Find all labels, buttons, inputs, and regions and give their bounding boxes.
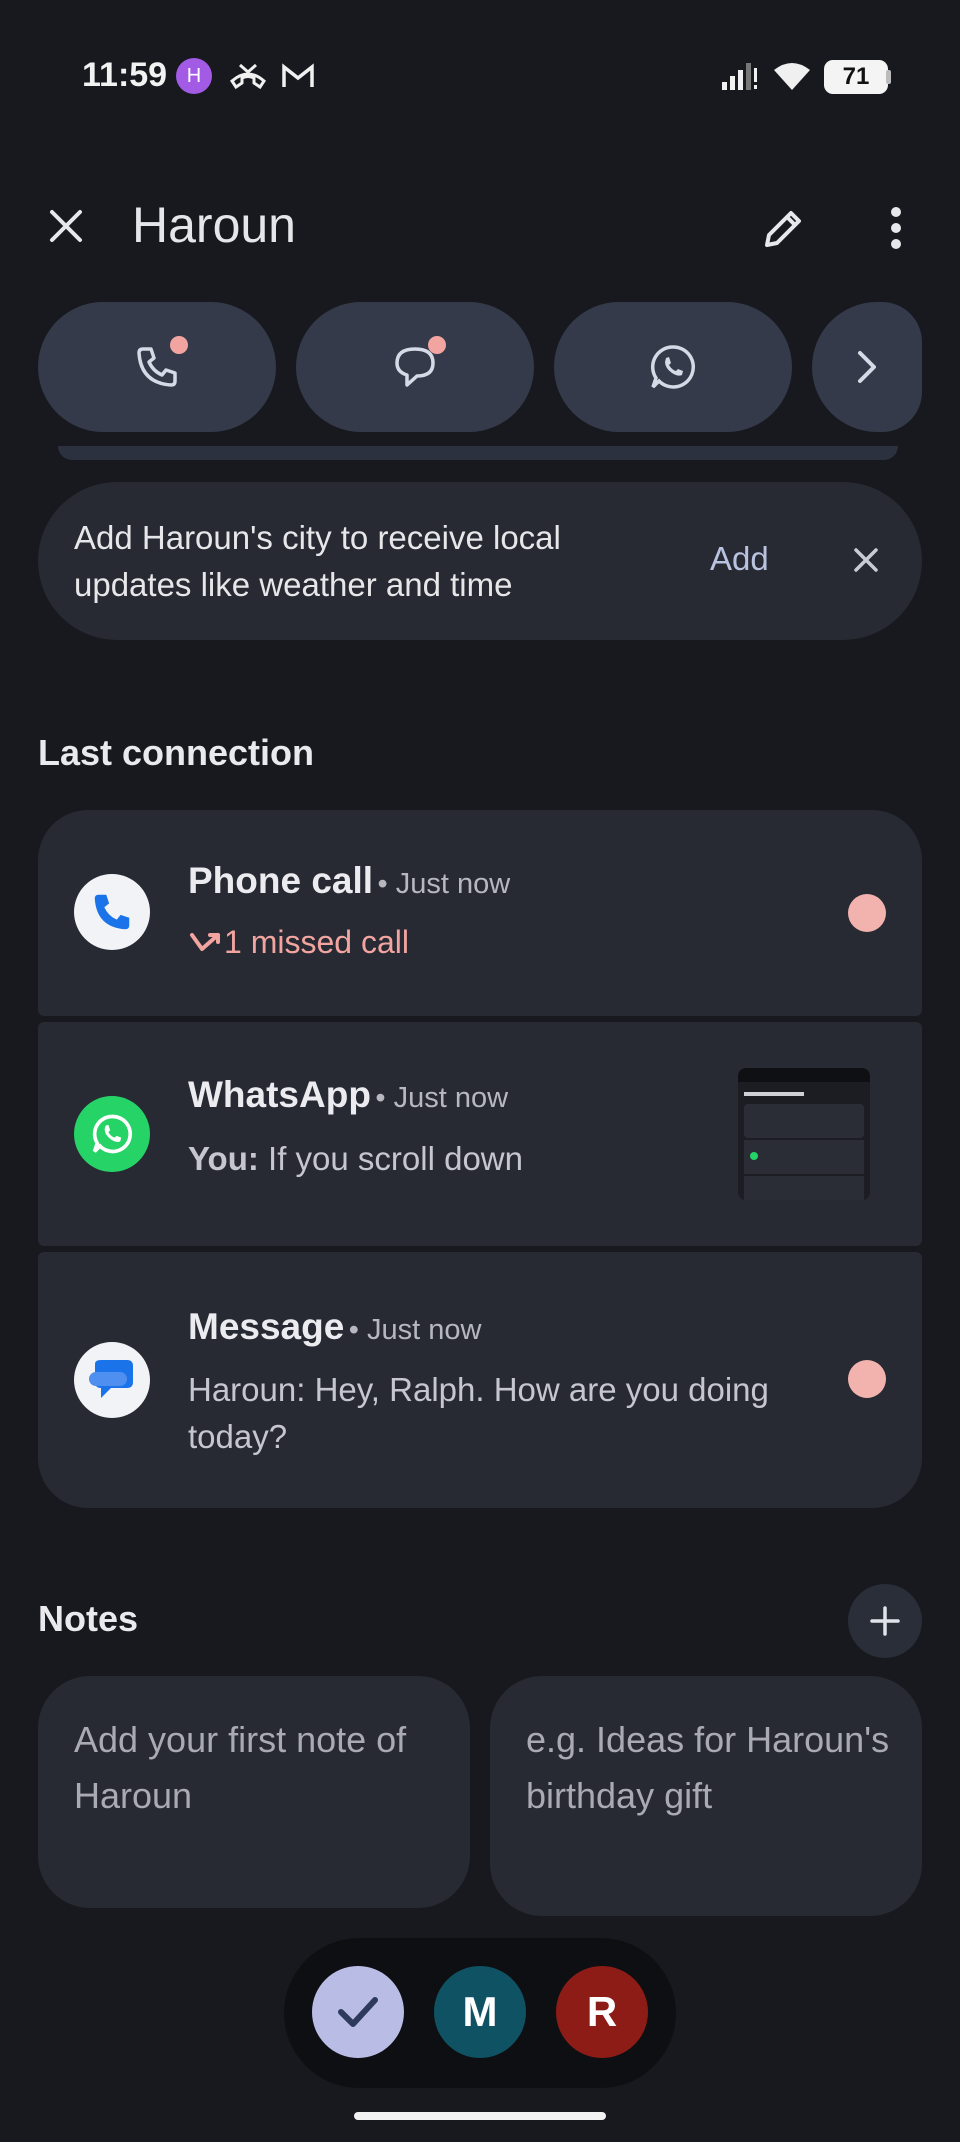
whatsapp-app-icon xyxy=(74,1096,150,1172)
connection-app-name: WhatsApp xyxy=(188,1074,371,1115)
phone-icon xyxy=(94,894,130,930)
call-action-button[interactable] xyxy=(38,302,276,432)
close-icon xyxy=(854,548,878,572)
message-preview: If you scroll down xyxy=(268,1140,523,1177)
more-vert-icon xyxy=(891,207,901,249)
media-thumbnail[interactable] xyxy=(738,1068,870,1200)
battery-tip xyxy=(886,70,891,84)
whatsapp-icon xyxy=(92,1114,133,1154)
close-button[interactable] xyxy=(40,200,92,252)
add-note-button[interactable] xyxy=(848,1584,922,1658)
unread-indicator xyxy=(848,894,886,932)
suggestion-text: Add Haroun's city to receive local updat… xyxy=(74,519,561,603)
notification-avatar: H xyxy=(176,58,212,94)
wifi-icon xyxy=(770,56,814,96)
connection-time: • Just now xyxy=(348,1314,482,1346)
check-icon xyxy=(338,1997,378,2027)
messages-icon xyxy=(89,1360,133,1398)
missed-call-text: 1 missed call xyxy=(224,924,409,960)
contact-name: Haroun xyxy=(132,197,296,253)
edit-button[interactable] xyxy=(756,200,812,256)
collapsed-section-edge xyxy=(58,446,898,460)
note-placeholder: Add your first note of Haroun xyxy=(74,1719,407,1816)
missed-call-icon xyxy=(190,932,220,951)
more-options-button[interactable] xyxy=(870,200,922,256)
gmail-status-icon xyxy=(278,56,318,96)
bubble-contact-r[interactable]: R xyxy=(556,1966,648,2058)
note-placeholder: e.g. Ideas for Haroun's birthday gift xyxy=(526,1719,890,1816)
status-time: 11:59 xyxy=(82,56,168,94)
pencil-icon xyxy=(765,211,801,247)
add-city-button[interactable]: Add xyxy=(710,540,769,578)
phone-app-icon xyxy=(74,874,150,950)
connection-time: • Just now xyxy=(375,1082,509,1114)
message-sender: You: xyxy=(188,1140,259,1177)
connection-item-phone-call[interactable] xyxy=(38,810,922,1016)
message-preview: Haroun: Hey, Ralph. How are you doing to… xyxy=(188,1371,769,1455)
notes-heading: Notes xyxy=(38,1598,139,1639)
missed-call-status-icon xyxy=(226,56,270,96)
message-notification-dot xyxy=(428,336,446,354)
messages-app-icon xyxy=(74,1342,150,1418)
message-action-button[interactable] xyxy=(296,302,534,432)
more-actions-button[interactable] xyxy=(812,302,922,432)
signal-icon xyxy=(718,56,762,96)
call-notification-dot xyxy=(170,336,188,354)
whatsapp-icon xyxy=(650,345,696,389)
bubble-contact-m[interactable]: M xyxy=(434,1966,526,2058)
home-indicator[interactable] xyxy=(354,2112,606,2120)
dismiss-suggestion-button[interactable] xyxy=(848,540,884,580)
close-icon xyxy=(50,210,82,242)
unread-indicator xyxy=(848,1360,886,1398)
connection-app-name: Message xyxy=(188,1306,345,1347)
last-connection-heading: Last connection xyxy=(38,732,315,773)
battery-indicator: 71 xyxy=(824,60,888,94)
bubble-check[interactable] xyxy=(312,1966,404,2058)
whatsapp-action-button[interactable] xyxy=(554,302,792,432)
chevron-right-icon xyxy=(858,351,876,383)
connection-time: • Just now xyxy=(377,868,511,900)
plus-icon xyxy=(870,1606,900,1636)
connection-app-name: Phone call xyxy=(188,860,374,901)
